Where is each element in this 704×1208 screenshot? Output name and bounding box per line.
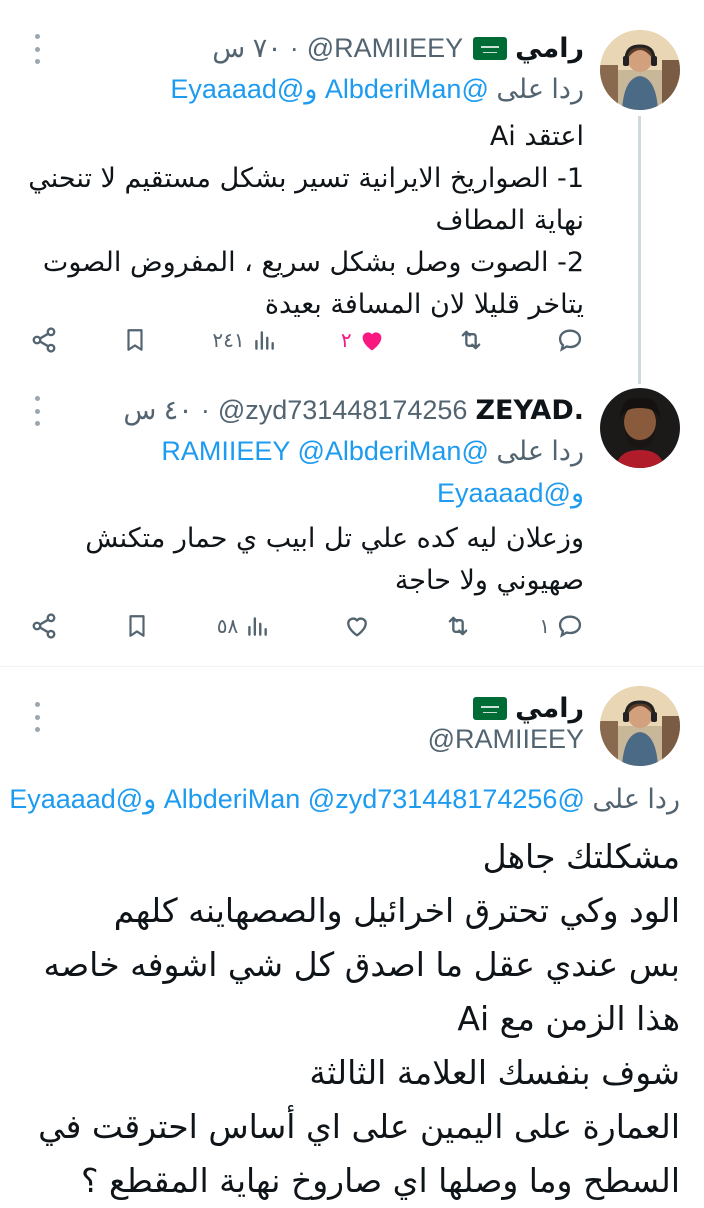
replying-to: ردا على @AlbderiMan و@Eyaaaad (20, 68, 584, 110)
separator-dot: · (289, 32, 299, 63)
reply-mentions[interactable]: @AlbderiMan @zyd731448174256 و@Eyaaaad (9, 784, 585, 814)
share-icon (32, 327, 56, 353)
retweet-button[interactable] (437, 612, 473, 640)
share-button[interactable] (30, 326, 58, 354)
action-bar: ١ ٥٨ (30, 606, 584, 646)
display-name[interactable]: رامي (515, 33, 584, 64)
retweet-icon (461, 330, 481, 350)
display-name[interactable]: ZEYAD. (475, 395, 584, 426)
replying-to: ردا على @AlbderiMan @zyd731448174256 و@E… (0, 784, 680, 815)
tweet-header: رامي @RAMIIEEY · ٧٠ س (70, 26, 584, 70)
like-button[interactable]: ٢ (341, 326, 386, 354)
reply-count: ١ (539, 614, 550, 638)
timestamp[interactable]: ٤٠ س (123, 395, 192, 426)
like-count: ٢ (340, 328, 352, 352)
bookmark-icon (127, 329, 143, 351)
bookmark-button[interactable] (124, 612, 150, 640)
reply-prefix: ردا على (496, 74, 584, 104)
thread-line (638, 116, 641, 366)
reply-button[interactable]: ١ (539, 612, 584, 640)
views-icon (248, 617, 268, 636)
separator-dot: · (200, 394, 210, 425)
more-icon[interactable] (32, 396, 42, 426)
avatar[interactable] (600, 686, 680, 766)
divider (0, 666, 704, 667)
tweet-text: وزعلان ليه كده علي تل ابيب ي حمار متكنش … (85, 523, 584, 596)
avatar[interactable] (600, 388, 680, 468)
tweet-1[interactable]: رامي @RAMIIEEY · ٧٠ س ردا على @AlbderiMa… (0, 26, 704, 366)
reply-mentions[interactable]: @RAMIIEEY @AlbderiMan (161, 436, 488, 466)
heart-icon (346, 617, 367, 637)
share-button[interactable] (30, 612, 58, 640)
avatar[interactable] (600, 30, 680, 110)
tweet-2[interactable]: ZEYAD. @zyd731448174256 · ٤٠ س ردا على @… (0, 366, 704, 670)
handle[interactable]: @RAMIIEEY (307, 33, 463, 64)
timestamp[interactable]: ٧٠ س (212, 33, 281, 64)
handle[interactable]: @RAMIIEEY (428, 724, 584, 755)
replying-to: ردا على @RAMIIEEY @AlbderiMan و@Eyaaaad (20, 430, 584, 514)
views-count: ٥٨ (216, 614, 239, 638)
reply-mentions-continued[interactable]: و@Eyaaaad (437, 478, 584, 508)
like-button[interactable] (337, 612, 371, 640)
bookmark-button[interactable] (122, 326, 148, 354)
reply-prefix: ردا على (592, 784, 680, 814)
action-bar: ٢ ٢٤١ (30, 320, 584, 360)
reply-icon (558, 615, 582, 638)
saudi-flag-icon (473, 36, 508, 60)
views-count: ٢٤١ (212, 328, 245, 352)
views-button[interactable]: ٢٤١ (212, 327, 276, 353)
reply-prefix: ردا على (496, 436, 584, 466)
tweet-header: ZEYAD. @zyd731448174256 · ٤٠ س (70, 388, 584, 432)
thread-line-top (638, 366, 641, 384)
bookmark-icon (129, 615, 145, 637)
tweet-text: مشكلتك جاهل الود وكي تحترق اخرائيل والصص… (38, 837, 680, 1200)
share-icon (32, 613, 56, 639)
views-button[interactable]: ٥٨ (217, 613, 270, 639)
retweet-button[interactable] (450, 326, 486, 354)
retweet-icon (448, 616, 468, 636)
more-icon[interactable] (32, 702, 42, 732)
more-icon[interactable] (32, 34, 42, 64)
tweet-3-focused[interactable]: رامي @RAMIIEEY ردا على @AlbderiMan @zyd7… (0, 682, 704, 1200)
tweet-text: اعتقد Ai 1- الصواريخ الايرانية تسير بشكل… (28, 121, 584, 320)
views-icon (254, 331, 274, 350)
reply-icon (558, 329, 582, 352)
reply-mentions[interactable]: @AlbderiMan و@Eyaaaad (170, 74, 489, 104)
handle[interactable]: @zyd731448174256 (218, 395, 468, 426)
saudi-flag-icon (473, 696, 508, 720)
display-name[interactable]: رامي (515, 693, 584, 724)
reply-button[interactable] (550, 326, 584, 354)
heart-icon (362, 332, 381, 351)
